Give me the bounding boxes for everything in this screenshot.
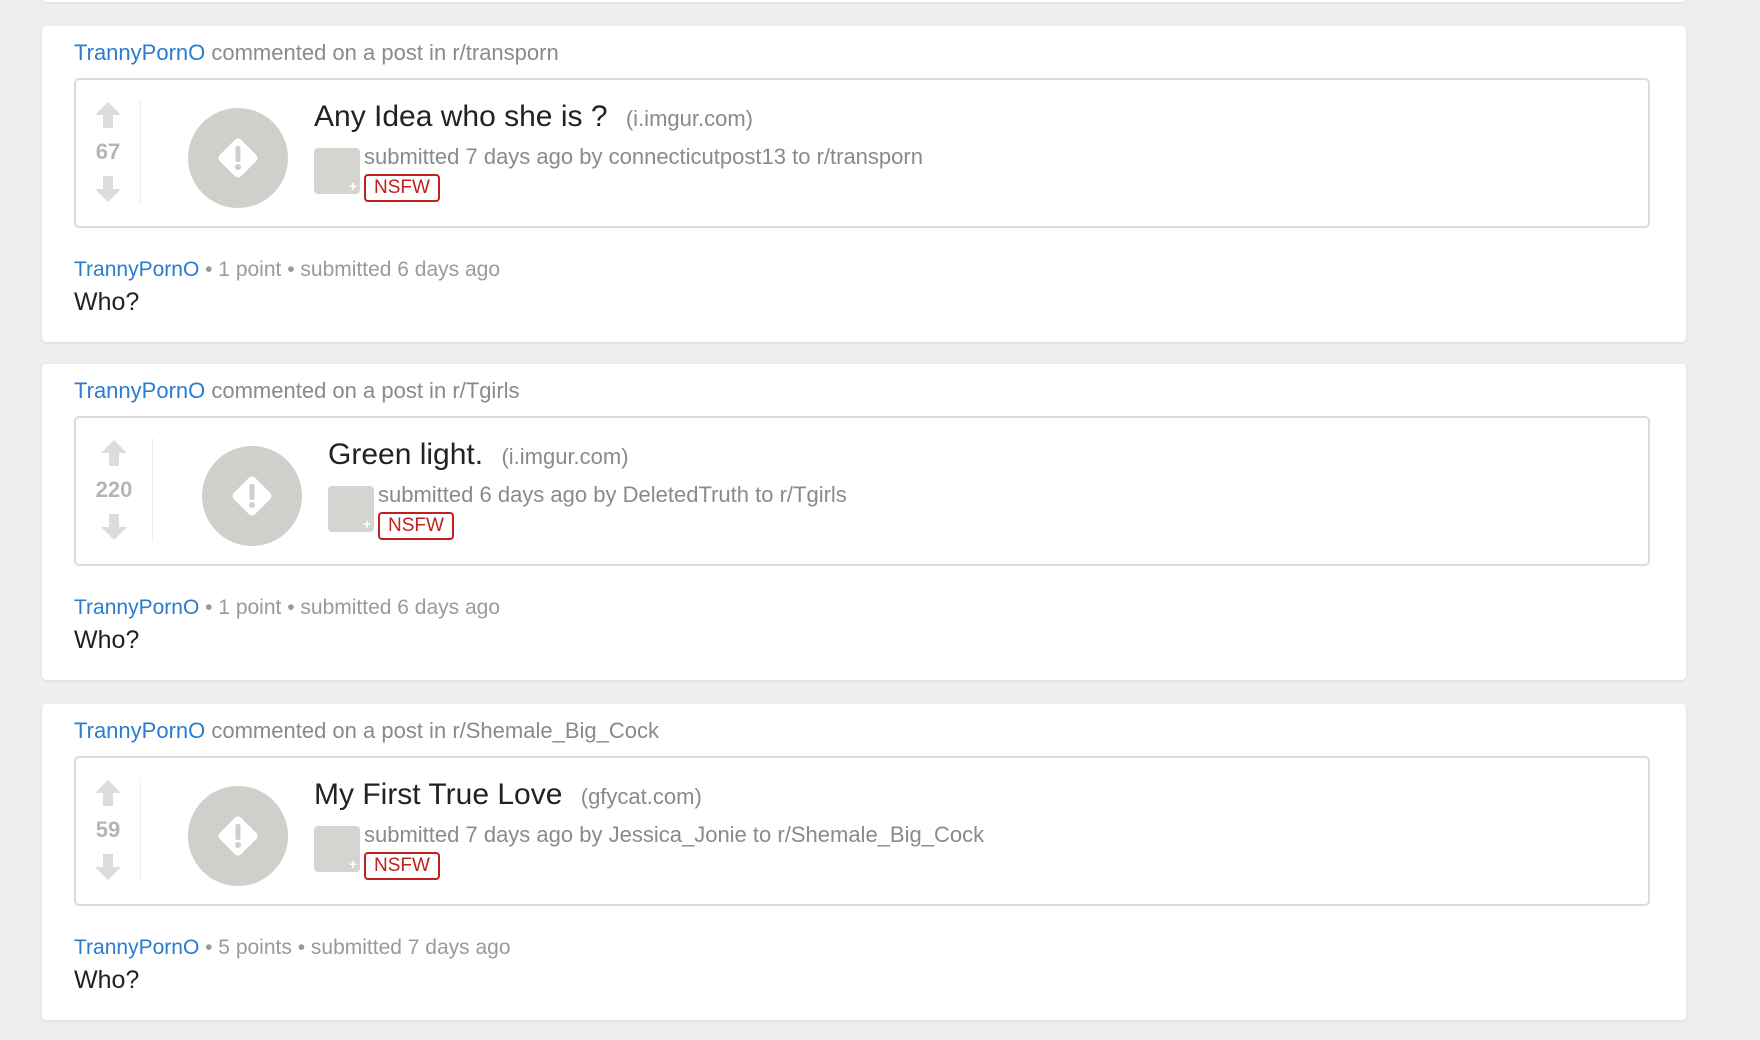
downvote-arrow-icon[interactable] <box>99 512 129 542</box>
activity-card: TrannyPornO commented on a post in r/tra… <box>42 26 1686 342</box>
post-thumbnail[interactable] <box>202 446 302 546</box>
previous-activity-card <box>42 0 1686 2</box>
activity-header: TrannyPornO commented on a post in r/Tgi… <box>74 378 520 404</box>
post-thumbnail[interactable] <box>188 786 288 886</box>
comment-author-link[interactable]: TrannyPornO <box>74 596 199 619</box>
post-title[interactable]: My First True Love <box>314 778 562 811</box>
nsfw-badge: NSFW <box>364 174 440 202</box>
user-link[interactable]: TrannyPornO <box>74 40 205 65</box>
comment-meta-text: • 1 point • submitted 6 days ago <box>205 258 501 281</box>
to-text: to <box>792 144 811 169</box>
submitted-text: submitted 6 days ago by <box>378 482 617 507</box>
to-text: to <box>752 822 772 847</box>
subreddit-link[interactable]: r/Shemale_Big_Cock <box>452 718 659 743</box>
post-preview: 67 Any Idea who she is ? (i.imgur.com) +… <box>74 78 1650 228</box>
comment-author-link[interactable]: TrannyPornO <box>74 936 199 959</box>
post-author-link[interactable]: Jessica_Jonie <box>609 822 747 847</box>
activity-card: TrannyPornO commented on a post in r/She… <box>42 704 1686 1020</box>
subreddit-link[interactable]: r/transporn <box>452 40 558 65</box>
expand-button[interactable]: + <box>328 486 374 532</box>
warning-icon <box>218 138 258 178</box>
header-text: commented on a post in <box>211 40 447 65</box>
post-thumbnail[interactable] <box>188 108 288 208</box>
post-title[interactable]: Any Idea who she is ? <box>314 100 608 133</box>
vote-column: 220 <box>76 438 153 542</box>
post-author-link[interactable]: DeletedTruth <box>623 482 749 507</box>
post-subreddit-link[interactable]: r/Shemale_Big_Cock <box>777 822 984 847</box>
comment-body: Who? <box>74 288 140 316</box>
comment-meta-text: • 5 points • submitted 7 days ago <box>205 936 511 959</box>
activity-header: TrannyPornO commented on a post in r/She… <box>74 718 659 744</box>
warning-icon <box>232 476 272 516</box>
expand-icon: + <box>348 856 357 872</box>
post-subreddit-link[interactable]: r/transporn <box>817 144 923 169</box>
post-title-line: My First True Love (gfycat.com) <box>314 778 702 812</box>
post-preview: 220 Green light. (i.imgur.com) + submitt… <box>74 416 1650 566</box>
post-title-line: Green light. (i.imgur.com) <box>328 438 629 472</box>
post-domain[interactable]: (i.imgur.com) <box>501 444 628 469</box>
expand-button[interactable]: + <box>314 826 360 872</box>
post-score: 67 <box>95 139 121 164</box>
post-title[interactable]: Green light. <box>328 438 483 471</box>
comment-meta-text: • 1 point • submitted 6 days ago <box>205 596 501 619</box>
expand-button[interactable]: + <box>314 148 360 194</box>
nsfw-badge: NSFW <box>378 512 454 540</box>
post-author-link[interactable]: connecticutpost13 <box>609 144 786 169</box>
comment-body: Who? <box>74 626 140 654</box>
post-submitted-line: submitted 7 days ago by connecticutpost1… <box>364 144 923 170</box>
post-preview: 59 My First True Love (gfycat.com) + sub… <box>74 756 1650 906</box>
submitted-text: submitted 7 days ago by <box>364 144 603 169</box>
nsfw-badge: NSFW <box>364 852 440 880</box>
warning-icon <box>218 816 258 856</box>
post-title-line: Any Idea who she is ? (i.imgur.com) <box>314 100 753 134</box>
to-text: to <box>755 482 774 507</box>
activity-card: TrannyPornO commented on a post in r/Tgi… <box>42 364 1686 680</box>
downvote-arrow-icon[interactable] <box>93 852 123 882</box>
downvote-arrow-icon[interactable] <box>93 174 123 204</box>
vote-column: 67 <box>76 100 141 204</box>
upvote-arrow-icon[interactable] <box>93 778 123 808</box>
comment-body: Who? <box>74 966 140 994</box>
post-domain[interactable]: (gfycat.com) <box>581 784 702 809</box>
upvote-arrow-icon[interactable] <box>99 438 129 468</box>
expand-icon: + <box>348 178 357 194</box>
post-domain[interactable]: (i.imgur.com) <box>626 106 753 131</box>
comment-meta: TrannyPornO • 1 point • submitted 6 days… <box>74 258 500 282</box>
comment-meta: TrannyPornO • 1 point • submitted 6 days… <box>74 596 500 620</box>
post-submitted-line: submitted 6 days ago by DeletedTruth to … <box>378 482 847 508</box>
activity-header: TrannyPornO commented on a post in r/tra… <box>74 40 559 66</box>
upvote-arrow-icon[interactable] <box>93 100 123 130</box>
comment-meta: TrannyPornO • 5 points • submitted 7 day… <box>74 936 511 960</box>
header-text: commented on a post in <box>211 718 447 743</box>
submitted-text: submitted 7 days ago by <box>364 822 603 847</box>
header-text: commented on a post in <box>211 378 447 403</box>
post-submitted-line: submitted 7 days ago by Jessica_Jonie to… <box>364 822 984 848</box>
expand-icon: + <box>362 516 371 532</box>
post-subreddit-link[interactable]: r/Tgirls <box>780 482 847 507</box>
post-score: 59 <box>95 817 121 842</box>
subreddit-link[interactable]: r/Tgirls <box>452 378 519 403</box>
vote-column: 59 <box>76 778 141 882</box>
user-link[interactable]: TrannyPornO <box>74 378 205 403</box>
user-link[interactable]: TrannyPornO <box>74 718 205 743</box>
post-score: 220 <box>95 477 133 502</box>
comment-author-link[interactable]: TrannyPornO <box>74 258 199 281</box>
